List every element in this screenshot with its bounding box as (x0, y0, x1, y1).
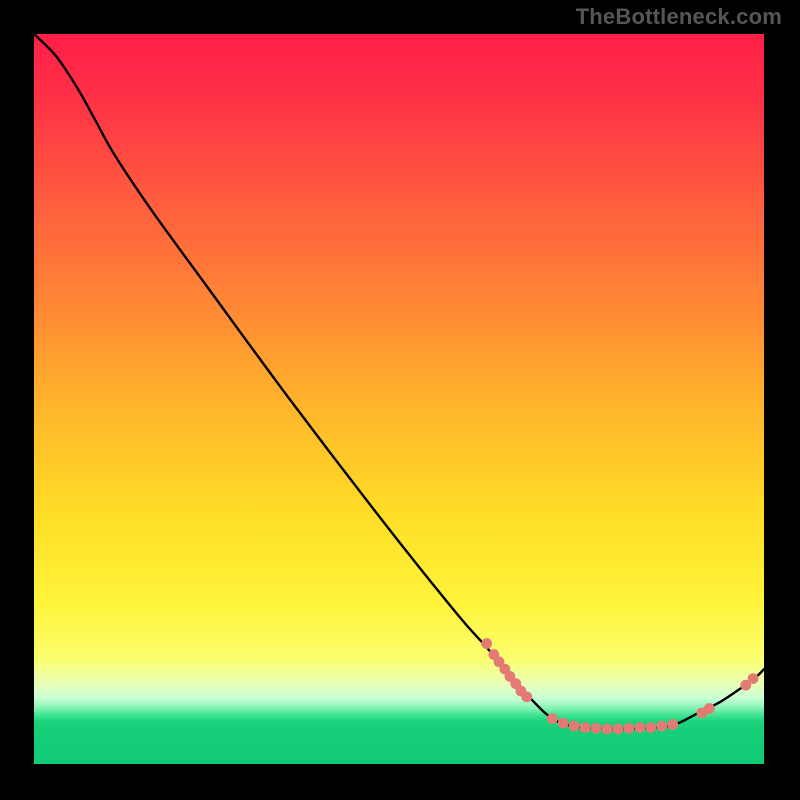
bottleneck-curve-svg (34, 34, 764, 764)
marker-trough-7 (613, 724, 624, 735)
watermark-text: TheBottleneck.com (576, 4, 782, 30)
marker-trough-8 (624, 723, 635, 734)
marker-trough-12 (667, 719, 678, 730)
data-markers-group (481, 638, 758, 734)
marker-descent-cluster-upper (481, 638, 492, 649)
marker-right-tip-2 (748, 673, 759, 684)
marker-descent-cluster-lower (521, 691, 532, 702)
marker-trough-1 (547, 713, 558, 724)
marker-trough-9 (635, 722, 646, 733)
marker-trough-5 (591, 723, 602, 734)
chart-frame: TheBottleneck.com (0, 0, 800, 800)
bottleneck-curve-path (34, 34, 764, 729)
plot-area (34, 34, 764, 764)
marker-trough-11 (656, 721, 667, 732)
marker-trough-2 (558, 718, 569, 729)
marker-trough-6 (602, 724, 613, 735)
marker-trough-4 (580, 722, 591, 733)
marker-right-rise-2 (704, 703, 715, 714)
marker-trough-10 (645, 722, 656, 733)
marker-trough-3 (569, 721, 580, 732)
